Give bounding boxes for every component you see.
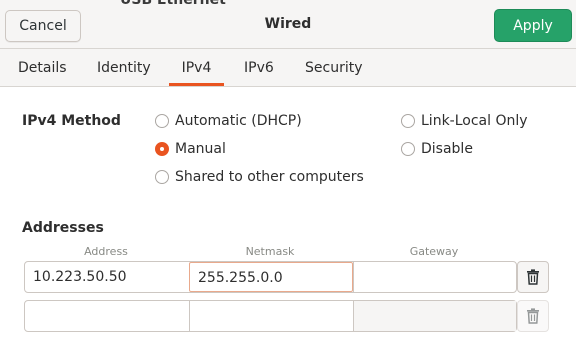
address-row: 10.223.50.50 255.255.0.0 — [24, 261, 517, 293]
netmask-field[interactable]: 255.255.0.0 — [189, 262, 353, 292]
delete-address-button[interactable] — [517, 300, 549, 332]
addresses-label: Addresses — [22, 220, 104, 236]
trash-icon — [527, 269, 539, 285]
radio-button-icon — [401, 142, 415, 156]
radio-button-checked-icon — [155, 142, 169, 156]
address-row — [24, 300, 517, 332]
radio-button-icon — [155, 114, 169, 128]
ipv4-method-label: IPv4 Method — [22, 113, 121, 129]
dialog-title: Wired — [264, 16, 312, 32]
radio-link-local[interactable]: Link-Local Only — [401, 113, 528, 129]
tab-ipv4[interactable]: IPv4 — [169, 49, 224, 86]
apply-button[interactable]: Apply — [494, 9, 572, 42]
column-header-address: Address — [84, 245, 128, 258]
radio-button-icon — [155, 170, 169, 184]
address-field[interactable]: 10.223.50.50 — [25, 262, 189, 292]
netmask-field[interactable] — [189, 301, 353, 331]
tab-security[interactable]: Security — [305, 49, 363, 86]
tab-identity[interactable]: Identity — [97, 49, 151, 86]
radio-automatic-dhcp[interactable]: Automatic (DHCP) — [155, 113, 302, 129]
tab-details[interactable]: Details — [18, 49, 67, 86]
tab-bar: Details Identity IPv4 IPv6 Security — [0, 49, 576, 87]
radio-label: Shared to other computers — [175, 169, 364, 185]
radio-label: Automatic (DHCP) — [175, 113, 302, 129]
radio-disable[interactable]: Disable — [401, 141, 473, 157]
column-header-netmask: Netmask — [245, 245, 295, 258]
background-window-title: USB Ethernet — [120, 0, 226, 8]
gateway-field[interactable] — [353, 262, 516, 292]
column-header-gateway: Gateway — [409, 245, 459, 258]
header-bar: USB Ethernet Cancel Wired Apply — [0, 0, 576, 49]
radio-button-icon — [401, 114, 415, 128]
radio-manual[interactable]: Manual — [155, 141, 226, 157]
tab-ipv6[interactable]: IPv6 — [244, 49, 274, 86]
delete-address-button[interactable] — [517, 261, 549, 293]
radio-label: Disable — [421, 141, 473, 157]
radio-shared[interactable]: Shared to other computers — [155, 169, 364, 185]
trash-icon — [527, 308, 539, 324]
radio-label: Manual — [175, 141, 226, 157]
radio-label: Link-Local Only — [421, 113, 528, 129]
address-field[interactable] — [25, 301, 189, 331]
gateway-field[interactable] — [353, 301, 516, 331]
